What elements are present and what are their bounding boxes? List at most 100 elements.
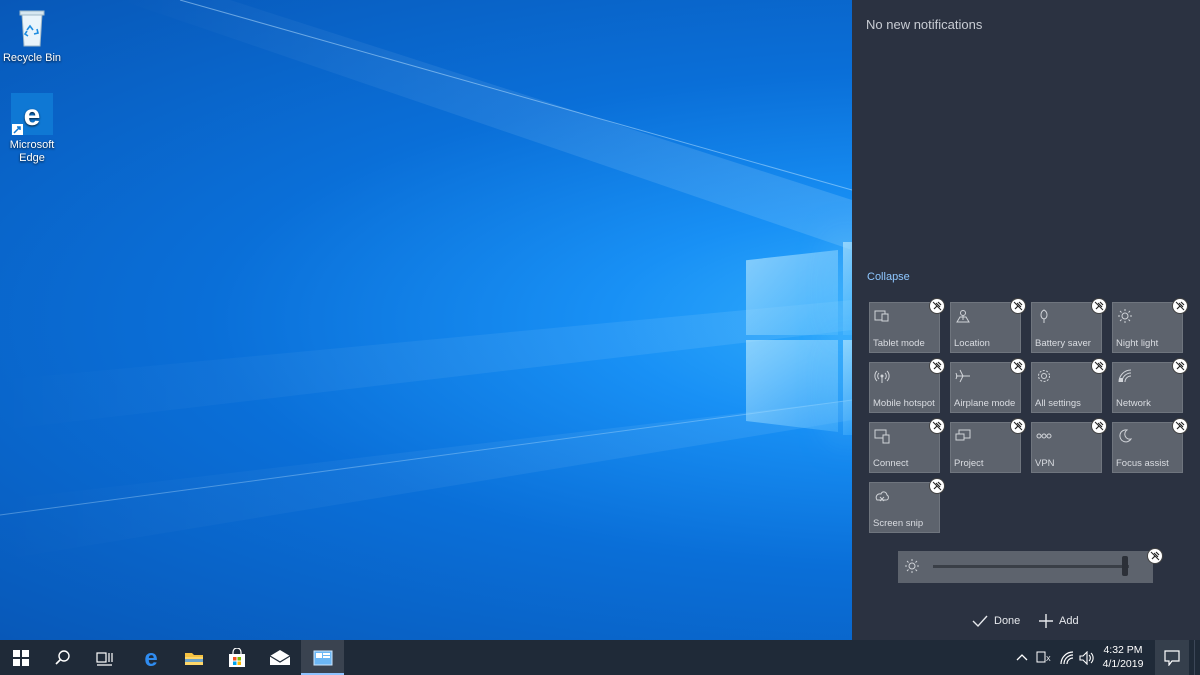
edge-icon: e (10, 93, 54, 137)
desktop-icon-recycle-bin[interactable]: Recycle Bin (0, 6, 64, 65)
vpn-icon (1036, 428, 1052, 444)
system-clock[interactable]: 4:32 PM 4/1/2019 (1097, 643, 1149, 671)
folder-icon (184, 652, 203, 665)
unpin-icon[interactable] (1147, 548, 1163, 564)
notification-icon (1164, 649, 1180, 666)
tile-label: Mobile hotspot (873, 398, 935, 409)
taskbar-active-app[interactable] (301, 640, 344, 675)
no-notifications-text: No new notifications (866, 17, 983, 32)
tile-label: Network (1116, 398, 1151, 409)
project-icon (955, 428, 971, 444)
tile-connect[interactable]: Connect (869, 418, 945, 473)
gear-icon (1036, 368, 1052, 384)
recycle-bin-icon (10, 6, 54, 50)
unpin-icon[interactable] (1091, 418, 1107, 434)
chevron-up-icon[interactable] (1016, 653, 1028, 661)
mail-icon (269, 649, 290, 665)
wallpaper-logo-pane (746, 250, 838, 335)
tile-network[interactable]: Network (1112, 358, 1188, 413)
tablet-mode-icon (874, 308, 890, 324)
tile-label: Tablet mode (873, 338, 925, 349)
task-view-button[interactable] (84, 640, 126, 675)
screen-snip-icon (874, 488, 890, 504)
tile-focus-assist[interactable]: Focus assist (1112, 418, 1188, 473)
language-icon[interactable]: X (1036, 651, 1054, 664)
desktop-icon-microsoft-edge[interactable]: e Microsoft Edge (0, 93, 64, 165)
show-desktop-button[interactable] (1194, 640, 1200, 675)
volume-icon[interactable] (1079, 651, 1095, 665)
connect-icon (874, 428, 890, 444)
unpin-icon[interactable] (929, 358, 945, 374)
app-window-icon (313, 650, 332, 665)
wallpaper-logo-pane (843, 340, 852, 435)
taskbar-file-explorer[interactable] (172, 640, 215, 675)
windows-logo-icon (13, 649, 29, 666)
taskbar-store[interactable] (215, 640, 258, 675)
desktop-icon-label: Microsoft (9, 139, 55, 151)
tile-label: Focus assist (1116, 458, 1169, 469)
tile-all-settings[interactable]: All settings (1031, 358, 1107, 413)
tile-label: Night light (1116, 338, 1159, 349)
store-icon (228, 647, 245, 667)
unpin-icon[interactable] (1091, 358, 1107, 374)
unpin-icon[interactable] (1172, 298, 1188, 314)
svg-text:e: e (24, 99, 41, 132)
tile-screen-snip[interactable]: Screen snip (869, 478, 945, 533)
unpin-icon[interactable] (1172, 418, 1188, 434)
tile-vpn[interactable]: VPN (1031, 418, 1107, 473)
tile-project[interactable]: Project (950, 418, 1026, 473)
unpin-icon[interactable] (929, 478, 945, 494)
wallpaper-logo-pane (843, 242, 852, 335)
tile-label: VPN (1035, 458, 1055, 469)
add-label: Add (1059, 615, 1079, 627)
unpin-icon[interactable] (1172, 358, 1188, 374)
done-button[interactable]: Done (972, 614, 1020, 628)
tile-airplane-mode[interactable]: Airplane mode (950, 358, 1026, 413)
unpin-icon[interactable] (1010, 358, 1026, 374)
tile-label: Battery saver (1035, 338, 1091, 349)
unpin-icon[interactable] (929, 298, 945, 314)
tile-label: All settings (1035, 398, 1081, 409)
tile-label: Airplane mode (954, 398, 1016, 409)
checkmark-icon (972, 615, 988, 628)
night-light-icon (1117, 308, 1133, 324)
brightness-slider[interactable] (898, 548, 1163, 583)
action-center: No new notifications Collapse Tablet mod… (852, 0, 1200, 640)
taskbar-mail[interactable] (258, 640, 301, 675)
brightness-icon (904, 558, 920, 579)
unpin-icon[interactable] (1091, 298, 1107, 314)
task-view-icon (96, 651, 113, 666)
tile-mobile-hotspot[interactable]: Mobile hotspot (869, 358, 945, 413)
tile-label: Location (954, 338, 990, 349)
tile-tablet-mode[interactable]: Tablet mode (869, 298, 945, 353)
unpin-icon[interactable] (1010, 298, 1026, 314)
tile-label: Project (954, 458, 984, 469)
add-button[interactable]: Add (1039, 614, 1079, 628)
taskbar-edge[interactable]: e (129, 640, 172, 675)
search-icon (55, 649, 70, 665)
start-button[interactable] (0, 640, 42, 675)
slider-track[interactable] (933, 565, 1129, 568)
network-icon (1117, 368, 1133, 384)
tile-battery-saver[interactable]: Battery saver (1031, 298, 1107, 353)
action-center-button[interactable] (1155, 640, 1189, 675)
plus-icon (1039, 614, 1053, 628)
tile-label: Connect (873, 458, 909, 469)
slider-thumb[interactable] (1122, 556, 1129, 576)
battery-saver-icon (1036, 308, 1052, 324)
tile-location[interactable]: Location (950, 298, 1026, 353)
clock-time: 4:32 PM (1103, 644, 1143, 656)
airplane-icon (955, 368, 971, 384)
tile-night-light[interactable]: Night light (1112, 298, 1188, 353)
edge-icon: e (144, 648, 157, 668)
tile-label: Screen snip (873, 518, 924, 529)
svg-text:e: e (144, 648, 157, 668)
search-button[interactable] (42, 640, 84, 675)
location-icon (955, 308, 971, 324)
unpin-icon[interactable] (929, 418, 945, 434)
unpin-icon[interactable] (1010, 418, 1026, 434)
collapse-link[interactable]: Collapse (867, 271, 910, 283)
wifi-icon[interactable] (1060, 651, 1074, 665)
wallpaper-logo-pane (746, 340, 838, 432)
mobile-hotspot-icon (874, 368, 890, 384)
